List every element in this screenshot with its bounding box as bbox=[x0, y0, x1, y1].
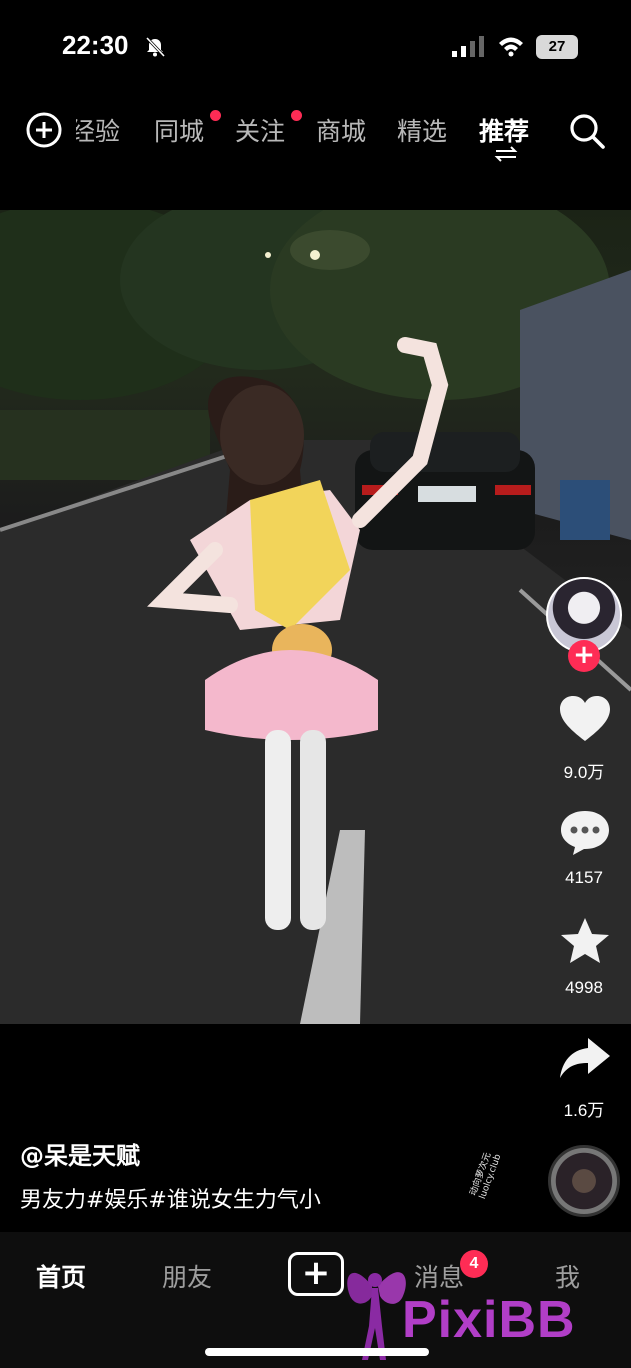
follow-button[interactable]: + bbox=[568, 640, 600, 672]
tab-recommended[interactable]: 推荐 bbox=[479, 112, 529, 148]
tab-experience[interactable]: 经验 bbox=[76, 112, 120, 148]
video-caption[interactable]: 男友力#娱乐#谁说女生力气小 bbox=[20, 1182, 321, 1214]
add-circle-icon[interactable] bbox=[26, 112, 62, 148]
messages-badge: 4 bbox=[460, 1250, 488, 1278]
battery-icon: 27 bbox=[536, 35, 578, 59]
status-time: 22:30 bbox=[62, 30, 129, 60]
create-button[interactable]: + bbox=[288, 1252, 344, 1296]
following-notification-dot bbox=[291, 110, 302, 121]
nav-friends[interactable]: 朋友 bbox=[162, 1258, 212, 1294]
nearby-notification-dot bbox=[210, 110, 221, 121]
tab-following[interactable]: 关注 bbox=[235, 112, 285, 148]
music-stamp: 动向萝次元 luolcy.club bbox=[469, 1151, 550, 1217]
author-name[interactable]: @呆是天赋 bbox=[20, 1136, 140, 1171]
video-player[interactable] bbox=[0, 210, 631, 1024]
nav-messages[interactable]: 消息 bbox=[414, 1258, 464, 1294]
watermark-text: PixiBB bbox=[402, 1291, 576, 1349]
nav-me[interactable]: 我 bbox=[555, 1258, 580, 1294]
tab-nearby[interactable]: 同城 bbox=[154, 112, 204, 148]
star-icon[interactable] bbox=[558, 916, 612, 966]
home-indicator[interactable] bbox=[205, 1348, 429, 1356]
nav-home[interactable]: 首页 bbox=[36, 1258, 86, 1294]
like-count: 9.0万 bbox=[563, 763, 605, 782]
heart-icon[interactable] bbox=[558, 694, 612, 744]
favorite-count: 4998 bbox=[565, 978, 603, 997]
music-disc[interactable] bbox=[548, 1145, 620, 1217]
tab-mall[interactable]: 商城 bbox=[316, 112, 366, 148]
search-icon[interactable] bbox=[568, 112, 606, 150]
video-frame-illustration bbox=[0, 210, 631, 1024]
tab-featured[interactable]: 精选 bbox=[397, 112, 447, 148]
wifi-icon bbox=[499, 37, 523, 57]
share-count: 1.6万 bbox=[563, 1101, 605, 1120]
comment-count: 4157 bbox=[565, 868, 603, 887]
share-icon[interactable] bbox=[558, 1034, 612, 1084]
bell-muted-icon bbox=[145, 36, 166, 58]
swap-icon[interactable] bbox=[493, 146, 519, 162]
signal-icon bbox=[452, 36, 484, 57]
comment-icon[interactable] bbox=[558, 808, 612, 858]
